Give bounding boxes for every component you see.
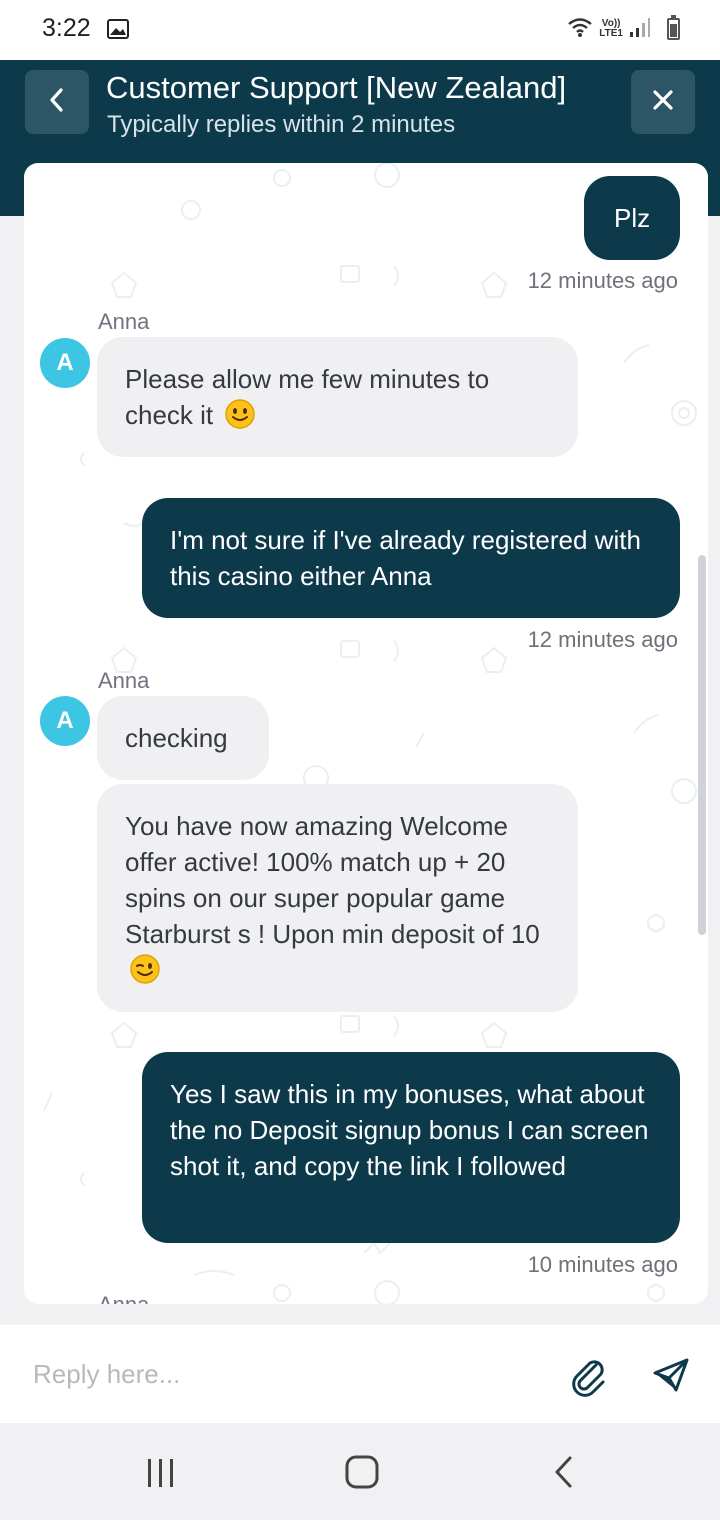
incoming-message: You have now amazing Welcome offer activ… [97, 784, 578, 1012]
wifi-icon [567, 16, 593, 43]
outgoing-message: Plz [584, 176, 680, 260]
message-text: I'm not sure if I've already registered … [170, 525, 641, 591]
battery-icon [667, 15, 680, 40]
avatar: A [40, 338, 90, 388]
home-icon[interactable] [345, 1455, 379, 1494]
message-timestamp: 12 minutes ago [527, 627, 678, 652]
message-text: Plz [614, 203, 651, 233]
chevron-left-icon [45, 86, 69, 119]
send-icon[interactable] [652, 1358, 690, 1397]
outgoing-message: I'm not sure if I've already registered … [142, 498, 680, 618]
avatar: A [40, 696, 90, 746]
close-button[interactable] [631, 70, 695, 134]
back-icon[interactable] [552, 1455, 576, 1494]
scrollbar[interactable] [698, 555, 706, 935]
incoming-message: checking [97, 696, 269, 780]
sender-name: Anna [98, 668, 150, 693]
winking-face-icon [129, 953, 161, 994]
message-text: Please allow me few minutes to check it [125, 364, 490, 430]
composer-bar [0, 1325, 720, 1423]
signal-icon [629, 16, 651, 43]
gallery-icon [107, 19, 129, 44]
chat-window[interactable]: Plz 12 minutes ago Anna A Please allow m… [24, 163, 708, 1304]
status-time: 3:22 [42, 14, 91, 42]
message-text: You have now amazing Welcome offer activ… [125, 811, 540, 949]
close-icon [652, 89, 674, 116]
slightly-smiling-face-icon [224, 398, 256, 439]
message-timestamp: 12 minutes ago [527, 268, 678, 293]
system-nav-bar [0, 1423, 720, 1520]
header-title: Customer Support [New Zealand] [106, 70, 567, 105]
reply-input[interactable] [18, 1345, 538, 1403]
outgoing-message: Yes I saw this in my bonuses, what about… [142, 1052, 680, 1243]
incoming-message: Please allow me few minutes to check it [97, 337, 578, 457]
message-timestamp: 10 minutes ago [527, 1252, 678, 1277]
message-text: checking [125, 723, 228, 753]
paperclip-icon[interactable] [568, 1355, 608, 1402]
status-icons: Vo)) LTE1 [567, 15, 680, 43]
volte-indicator: Vo)) LTE1 [599, 19, 623, 39]
recent-apps-icon[interactable] [145, 1458, 177, 1493]
sender-name: Anna [98, 309, 150, 334]
message-text: Yes I saw this in my bonuses, what about… [170, 1079, 649, 1181]
header-subtitle: Typically replies within 2 minutes [107, 111, 456, 138]
status-bar: 3:22 Vo)) LTE1 [0, 0, 720, 60]
sender-name: Anna [98, 1292, 149, 1304]
back-button[interactable] [25, 70, 89, 134]
lte-label: LTE1 [599, 28, 623, 39]
